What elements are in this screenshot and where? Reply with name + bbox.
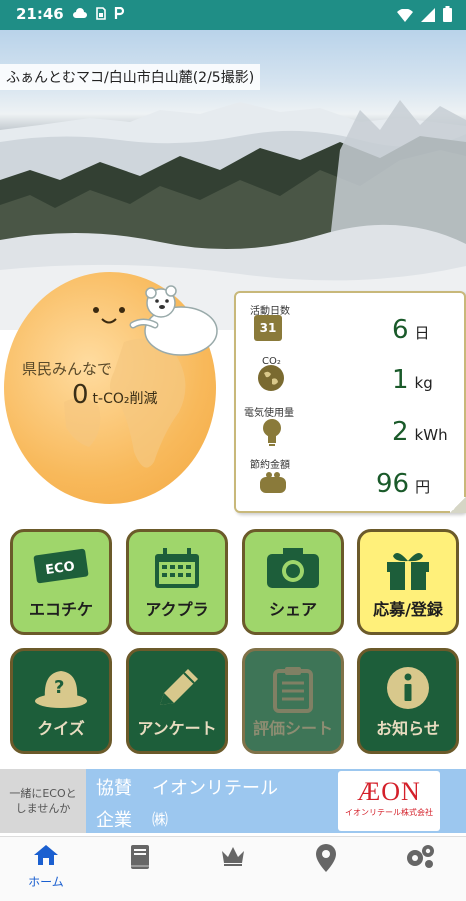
photo-caption: ふぁんとむマコ/白山市白山麓(2/5撮影) (0, 64, 261, 90)
tile-label: エコチケ (28, 600, 93, 619)
aeon-logo-text: ÆON (357, 777, 421, 806)
stat-co2-unit: kg (414, 374, 433, 392)
bottom-nav: ホーム (0, 836, 466, 901)
sponsor-invite-line1: 一緒にECOと (9, 787, 77, 800)
stat-savings-unit: 円 (415, 478, 431, 496)
wifi-icon (397, 7, 413, 26)
globe-unit: t-CO₂削減 (92, 391, 158, 407)
stat-electricity-value: 2 (392, 417, 409, 447)
sim-icon (96, 7, 106, 23)
apply-register-button[interactable]: 応募/登録 (357, 529, 459, 635)
eco-ticket-button[interactable]: ECO エコチケ (10, 529, 112, 635)
calendar-icon (151, 546, 203, 599)
share-button[interactable]: シェア (242, 529, 344, 635)
stat-co2: 1 kg (356, 365, 456, 395)
gears-icon (404, 843, 436, 873)
survey-button[interactable]: アンケート (126, 648, 228, 754)
nav-book[interactable] (110, 843, 170, 893)
notification-icons (72, 6, 125, 23)
status-bar: 21:46 (0, 0, 466, 30)
battery-icon (443, 6, 452, 26)
notices-button[interactable]: お知らせ (357, 648, 459, 754)
quiz-button[interactable]: ? クイズ (10, 648, 112, 754)
stat-days-value: 6 (392, 315, 409, 345)
stat-electricity-unit: kWh (414, 426, 448, 444)
quiz-hat-icon: ? (33, 665, 89, 720)
crown-icon (219, 843, 247, 871)
info-icon (385, 665, 431, 720)
home-icon (32, 843, 60, 871)
tile-label: アクプラ (145, 600, 209, 619)
aeon-logo[interactable]: ÆON イオンリテール株式会社 (338, 771, 440, 831)
globe-reduction: 0 t-CO₂削減 (72, 380, 158, 410)
globe-value: 0 (72, 380, 89, 410)
stat-savings-value: 96 (376, 469, 410, 499)
sponsor-category-1: 協賛 (96, 778, 132, 799)
action-plan-button[interactable]: アクプラ (126, 529, 228, 635)
evaluation-sheet-button[interactable]: 評価シート (242, 648, 344, 754)
cloud-icon (72, 8, 88, 22)
nav-settings[interactable] (390, 843, 450, 893)
sponsor-invite-line2: しませんか (15, 802, 71, 815)
tile-label: シェア (268, 600, 317, 619)
camera-icon (265, 546, 321, 599)
polar-bear-mascot (125, 285, 221, 363)
card-fold (450, 497, 466, 513)
ticket-icon: ECO (31, 546, 91, 595)
parking-icon (114, 6, 125, 23)
nav-home-label: ホーム (28, 875, 64, 889)
svg-text:?: ? (54, 677, 64, 698)
clipboard-icon (271, 665, 315, 722)
gift-icon (383, 546, 433, 601)
nav-ranking[interactable] (203, 843, 263, 893)
stat-electricity: 2 kWh (356, 417, 466, 447)
purse-icon (258, 469, 288, 499)
sponsor-company-name: イオンリテール (152, 778, 278, 799)
stat-days: 6 日 (356, 315, 456, 345)
book-icon (128, 843, 152, 875)
stat-days-unit: 日 (414, 324, 430, 342)
sponsor-category-2: 企業 (96, 810, 132, 831)
pencil-icon (152, 665, 202, 720)
nav-home[interactable]: ホーム (16, 843, 76, 893)
sponsor-invite[interactable]: 一緒にECOと しませんか (0, 769, 86, 833)
aeon-logo-subtext: イオンリテール株式会社 (345, 808, 433, 817)
signal-icon (421, 7, 435, 26)
bulb-icon (260, 417, 284, 451)
clock: 21:46 (16, 5, 64, 23)
earth-icon (258, 365, 284, 391)
stat-co2-value: 1 (392, 365, 409, 395)
sponsor-company-suffix: ㈱ (152, 810, 169, 829)
system-icons (397, 6, 452, 26)
calendar-icon: 31 (254, 315, 282, 341)
stat-savings: 96 円 (356, 469, 456, 499)
globe-label: 県民みんなで (22, 360, 113, 378)
stats-card: 活動日数 31 6 日 CO₂ 1 kg 電気使用量 2 kWh 節約金額 96… (234, 291, 466, 513)
location-pin-icon (315, 843, 337, 877)
nav-map[interactable] (296, 843, 356, 893)
